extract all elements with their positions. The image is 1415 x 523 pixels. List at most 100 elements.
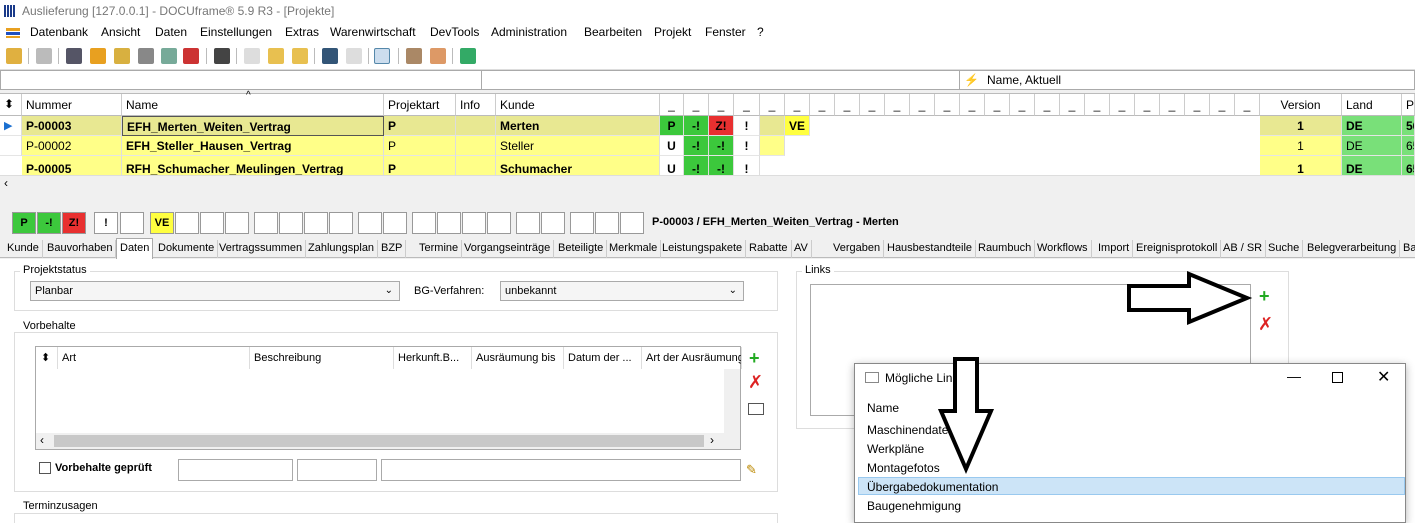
table-cell[interactable] xyxy=(456,116,496,136)
table-cell[interactable]: 56 xyxy=(1402,116,1415,136)
tab-raumbuch[interactable]: Raumbuch xyxy=(975,240,1036,258)
sort-icon[interactable]: ⬍ xyxy=(36,347,58,369)
table-cell[interactable]: Steller xyxy=(496,136,660,156)
tab-belegverarbeitung[interactable]: Belegverarbeitung xyxy=(1304,240,1401,258)
list-item[interactable]: Baugenehmigung xyxy=(867,499,961,513)
tab-vorgangseintraege[interactable]: Vorgangseinträge xyxy=(461,240,555,258)
geprueft-note-field[interactable] xyxy=(381,459,741,481)
mail-icon[interactable] xyxy=(268,48,284,64)
menu-einstellungen[interactable]: Einstellungen xyxy=(200,25,272,39)
status-cell[interactable] xyxy=(760,116,785,136)
list-item[interactable]: Werkpläne xyxy=(867,442,924,456)
projektstatus-select[interactable]: Planbar ⌄ xyxy=(30,281,400,301)
col-status[interactable]: _ xyxy=(985,94,1010,116)
col-p[interactable]: P xyxy=(1402,94,1415,116)
list-item[interactable]: Übergabedokumentation xyxy=(867,480,998,494)
col-status[interactable]: _ xyxy=(1060,94,1085,116)
tab-bzp[interactable]: BZP xyxy=(378,240,407,258)
tab-zahlungsplan[interactable]: Zahlungsplan xyxy=(305,240,379,258)
horizontal-scrollbar[interactable]: ‹ › xyxy=(36,433,724,449)
export-icon[interactable] xyxy=(460,48,476,64)
team-icon[interactable] xyxy=(430,48,446,64)
table-cell[interactable]: RFH_Schumacher_Meulingen_Vertrag xyxy=(122,156,384,176)
status-cell[interactable]: VE xyxy=(785,116,810,136)
phone-icon[interactable] xyxy=(214,48,230,64)
search-icon[interactable] xyxy=(322,48,338,64)
menu-fenster[interactable]: Fenster xyxy=(705,25,746,39)
col-name[interactable]: Name xyxy=(122,94,384,116)
tab-bauvorhaben[interactable]: Bauvorhaben xyxy=(44,240,117,258)
scroll-left-icon[interactable]: ‹ xyxy=(4,176,8,190)
col-status[interactable]: _ xyxy=(734,94,760,116)
vcol-art-ausraeumung[interactable]: Art der Ausräumung xyxy=(642,347,742,369)
table-cell[interactable]: 65 xyxy=(1402,156,1415,176)
vcol-beschreibung[interactable]: Beschreibung xyxy=(250,347,394,369)
scroll-right-icon[interactable]: › xyxy=(710,433,714,447)
status-cell[interactable]: ! xyxy=(734,136,760,156)
vcol-art[interactable]: Art xyxy=(58,347,250,369)
vcol-ausraeumung-bis[interactable]: Ausräumung bis xyxy=(472,347,564,369)
scroll-left-icon[interactable]: ‹ xyxy=(40,433,44,447)
table-cell[interactable]: DE xyxy=(1342,136,1402,156)
col-status[interactable]: _ xyxy=(935,94,960,116)
list-icon[interactable] xyxy=(90,48,106,64)
col-status[interactable]: _ xyxy=(1010,94,1035,116)
table-cell[interactable]: DE xyxy=(1342,156,1402,176)
col-status[interactable]: _ xyxy=(960,94,985,116)
col-nummer[interactable]: Nummer xyxy=(22,94,122,116)
col-status[interactable]: _ xyxy=(1210,94,1235,116)
table-cell[interactable]: Merten xyxy=(496,116,660,136)
tab-beteiligte[interactable]: Beteiligte xyxy=(555,240,608,258)
add-icon[interactable]: + xyxy=(749,348,760,369)
minimize-icon[interactable]: — xyxy=(1287,368,1301,384)
folder-icon[interactable] xyxy=(114,48,130,64)
table-cell[interactable]: 65 xyxy=(1402,136,1415,156)
col-status[interactable]: _ xyxy=(1135,94,1160,116)
list-item[interactable]: Montagefotos xyxy=(867,461,940,475)
col-status[interactable]: _ xyxy=(810,94,835,116)
table-cell[interactable]: EFH_Merten_Weiten_Vertrag xyxy=(122,116,384,136)
tab-merkmale[interactable]: Merkmale xyxy=(606,240,662,258)
col-status[interactable]: _ xyxy=(1035,94,1060,116)
col-status[interactable]: _ xyxy=(660,94,684,116)
delete-icon[interactable]: ✗ xyxy=(748,372,763,393)
tab-ba[interactable]: Ba xyxy=(1400,240,1415,258)
col-status[interactable]: _ xyxy=(910,94,935,116)
vcol-datum[interactable]: Datum der ... xyxy=(564,347,642,369)
table-cell[interactable]: DE xyxy=(1342,116,1402,136)
bg-verfahren-select[interactable]: unbekannt ⌄ xyxy=(500,281,744,301)
status-cell[interactable]: ! xyxy=(734,156,760,176)
menu-extras[interactable]: Extras xyxy=(285,25,319,39)
col-status[interactable]: _ xyxy=(1235,94,1260,116)
table-cell[interactable]: EFH_Steller_Hausen_Vertrag xyxy=(122,136,384,156)
status-cell[interactable]: -! xyxy=(684,136,709,156)
tab-ereignisprotokoll[interactable]: Ereignisprotokoll xyxy=(1133,240,1222,258)
geprueft-by-field[interactable] xyxy=(178,459,293,481)
user-icon[interactable] xyxy=(6,48,22,64)
status-cell[interactable]: -! xyxy=(684,156,709,176)
tab-daten[interactable]: Daten xyxy=(116,238,154,259)
tab-import[interactable]: Import xyxy=(1095,240,1134,258)
status-cell[interactable]: P xyxy=(660,116,684,136)
col-status[interactable]: _ xyxy=(1160,94,1185,116)
vorbehalte-checkbox[interactable] xyxy=(39,462,51,474)
menu-bearbeiten[interactable]: Bearbeiten xyxy=(584,25,642,39)
table-cell[interactable]: 1 xyxy=(1260,136,1342,156)
tab-termine[interactable]: Termine xyxy=(416,240,463,258)
menu-devtools[interactable]: DevTools xyxy=(430,25,479,39)
print-icon[interactable] xyxy=(36,48,52,64)
menu-administration[interactable]: Administration xyxy=(491,25,567,39)
col-status[interactable]: _ xyxy=(860,94,885,116)
col-status[interactable]: _ xyxy=(684,94,709,116)
table-cell[interactable] xyxy=(456,136,496,156)
col-land[interactable]: Land xyxy=(1342,94,1402,116)
tab-kunde[interactable]: Kunde xyxy=(4,240,43,258)
grid-horizontal-scrollbar[interactable]: ‹ xyxy=(0,175,1415,191)
tab-workflows[interactable]: Workflows xyxy=(1034,240,1092,258)
tab-vergaben[interactable]: Vergaben xyxy=(830,240,885,258)
vorbehalte-grid[interactable]: ⬍ Art Beschreibung Herkunft.B... Ausräum… xyxy=(35,346,742,450)
menu-warenwirtschaft[interactable]: Warenwirtschaft xyxy=(330,25,416,39)
geprueft-date-field[interactable] xyxy=(297,459,377,481)
table-cell[interactable]: P-00003 xyxy=(22,116,122,136)
tab-hausbestandteile[interactable]: Hausbestandteile xyxy=(884,240,977,258)
